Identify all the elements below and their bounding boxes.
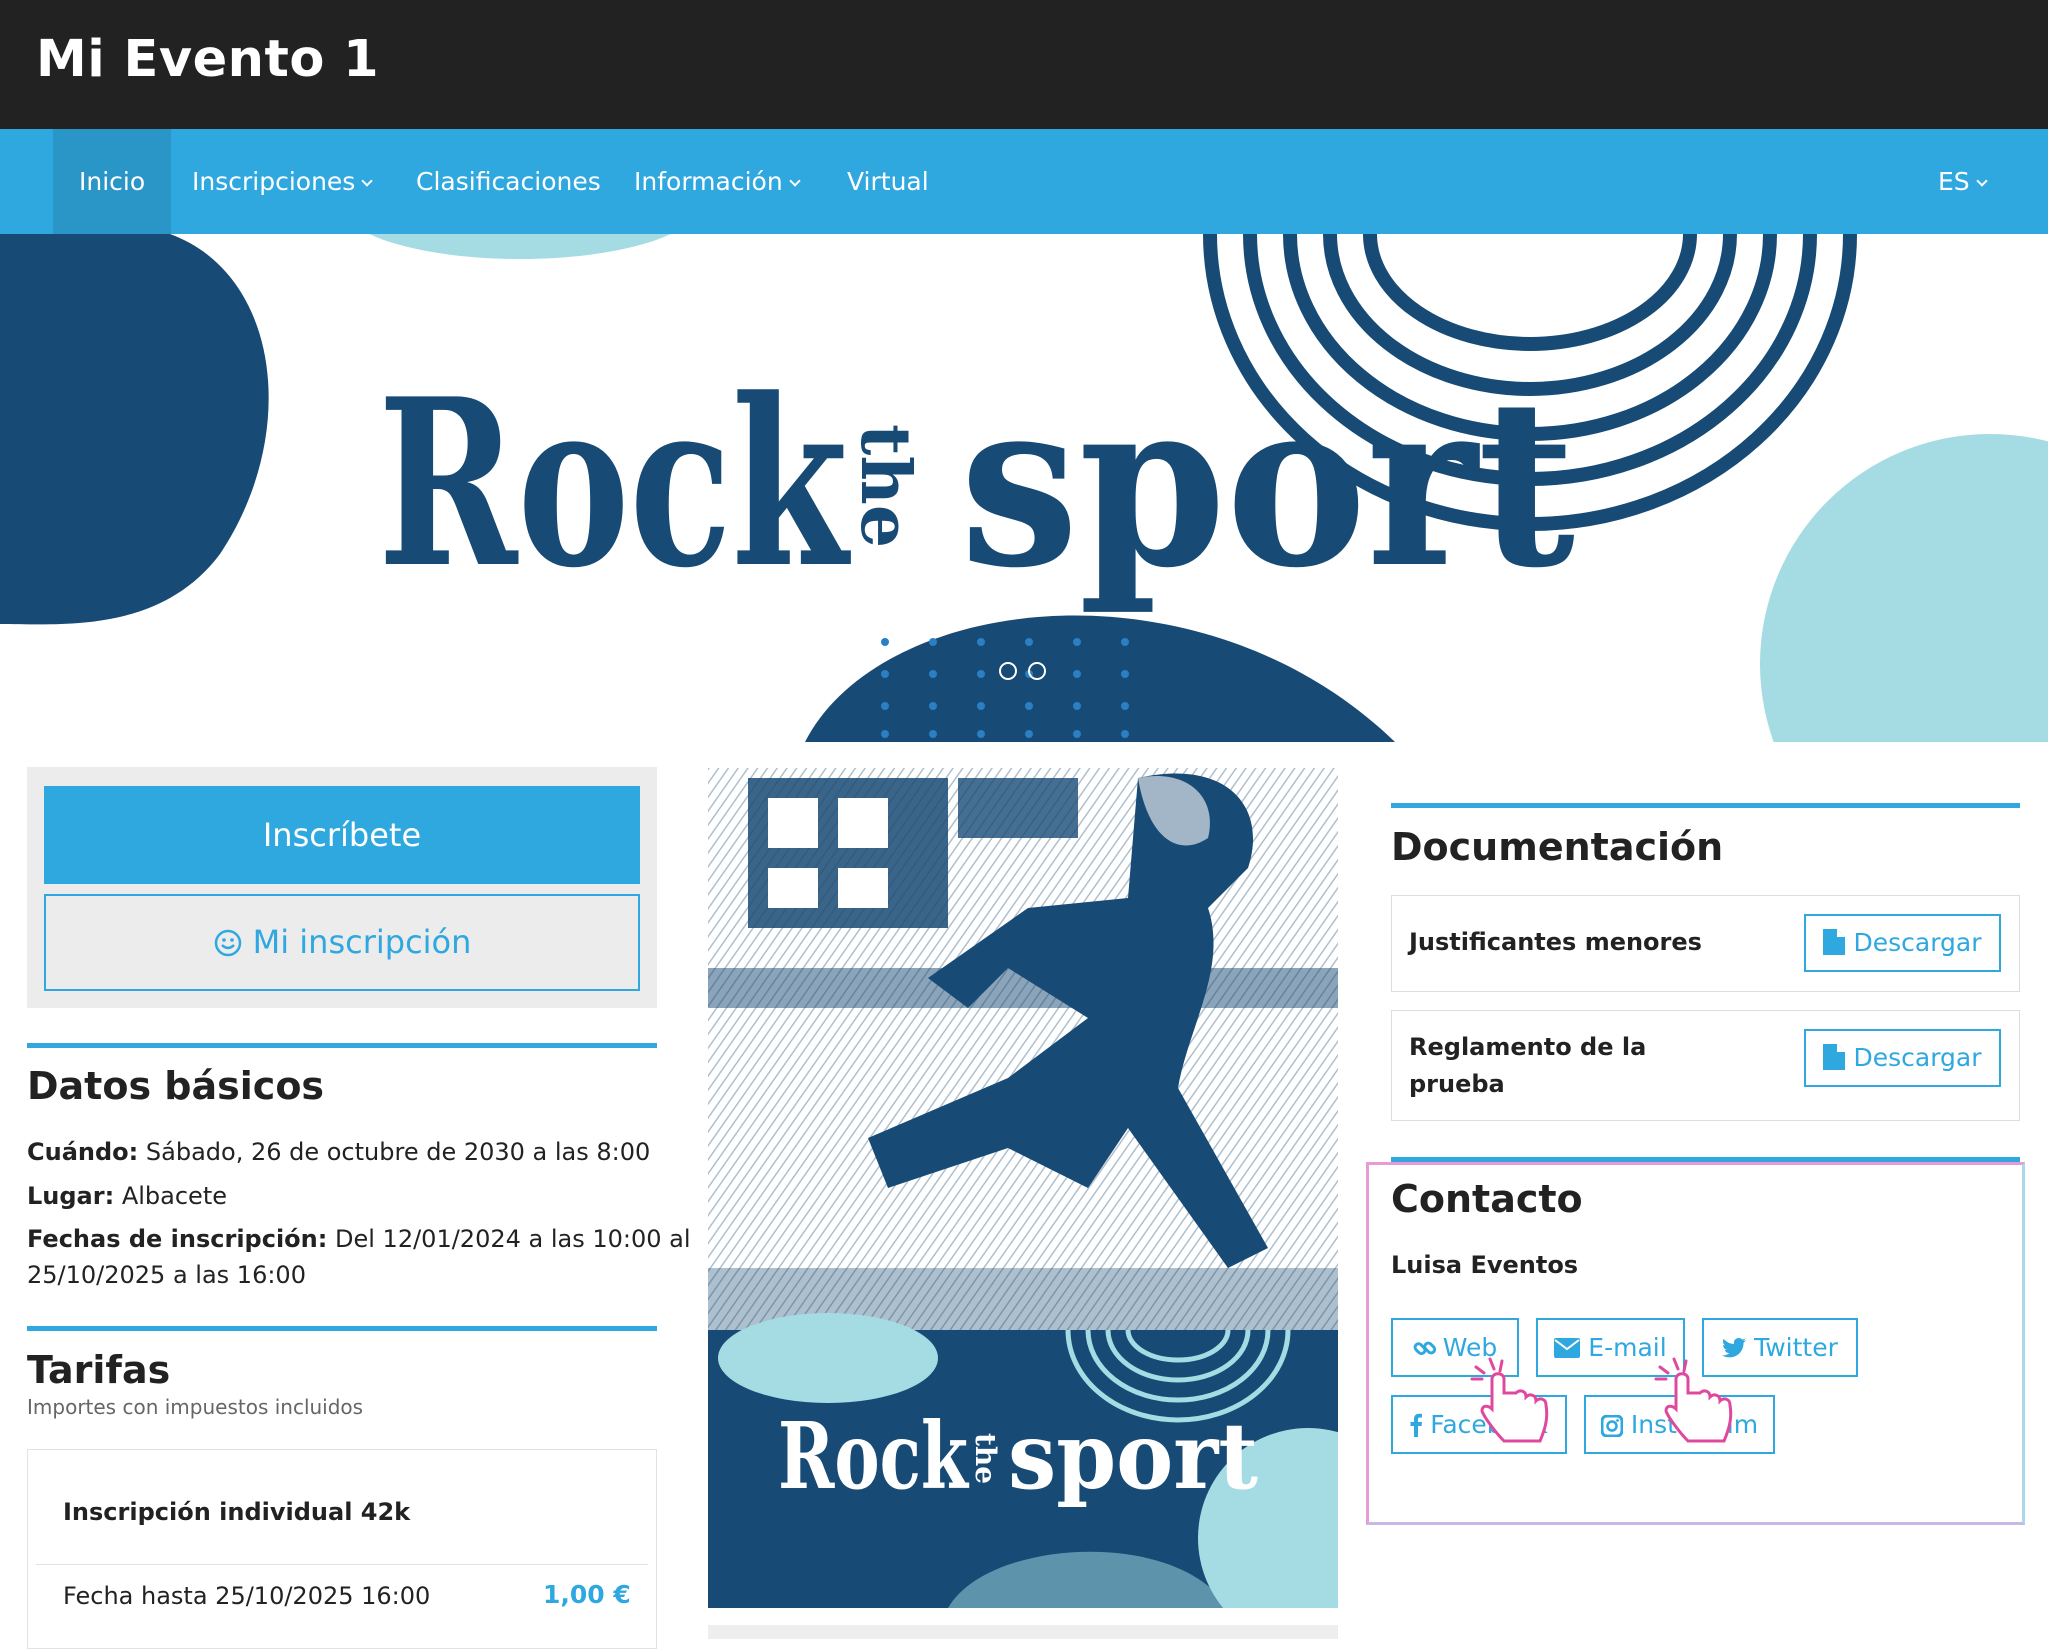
documentacion-title: Documentación	[1391, 825, 1724, 869]
doc-label: Justificantes menores	[1409, 928, 1702, 956]
hand-cursor-icon	[1470, 1357, 1549, 1443]
lugar-value: Albacete	[121, 1182, 227, 1210]
event-poster-image: Rock the sport	[708, 768, 1338, 1608]
twitter-icon	[1722, 1338, 1747, 1358]
datos-fechas: Fechas de inscripción: Del 12/01/2024 a …	[27, 1221, 691, 1257]
poster-logo-rock: Rock	[778, 1402, 970, 1510]
nav-item-clasificaciones[interactable]: Clasificaciones	[390, 129, 627, 234]
fechas-value: Del 12/01/2024 a las 10:00 al	[335, 1225, 691, 1253]
doc-card-justificantes: Justificantes menores Descargar	[1391, 895, 2020, 992]
nav-label: Clasificaciones	[416, 167, 601, 196]
doc-label: Reglamento de la	[1409, 1033, 1647, 1061]
nav-item-virtual[interactable]: Virtual	[821, 129, 955, 234]
nav-item-informacion[interactable]: Información	[608, 129, 825, 234]
language-label: ES	[1938, 167, 1970, 196]
chevron-down-icon	[789, 175, 801, 187]
site-title[interactable]: Mi Evento 1	[36, 30, 379, 89]
instagram-icon	[1600, 1414, 1624, 1438]
contacto-title: Contacto	[1391, 1177, 1583, 1221]
cuando-value: Sábado, 26 de octubre de 2030 a las 8:00	[145, 1138, 651, 1166]
hero-logo-sport: sport	[960, 349, 1575, 619]
site-header: Mi Evento 1	[0, 0, 2048, 129]
section-divider	[1391, 803, 2020, 808]
mi-inscripcion-button[interactable]: Mi inscripción	[44, 894, 640, 991]
nav-item-inscripciones[interactable]: Inscripciones	[166, 129, 397, 234]
facebook-icon	[1410, 1413, 1423, 1437]
inscribete-button[interactable]: Inscríbete	[44, 786, 640, 884]
hero-logo-rock: Rock	[378, 349, 851, 619]
doc-card-reglamento: Reglamento de la prueba Descargar	[1391, 1010, 2020, 1121]
hero-logo-the: the	[845, 424, 925, 548]
datos-lugar: Lugar: Albacete	[27, 1178, 227, 1214]
smile-icon	[214, 929, 241, 957]
tarifa-card: Inscripción individual 42k Fecha hasta 2…	[27, 1449, 657, 1649]
tarifa-price: 1,00 €	[543, 1580, 631, 1609]
carousel-dot-1[interactable]	[999, 662, 1017, 680]
mi-inscripcion-label: Mi inscripción	[252, 923, 472, 961]
nav-label: Inscripciones	[192, 167, 356, 196]
descargar-label: Descargar	[1853, 928, 1982, 957]
descargar-button[interactable]: Descargar	[1804, 914, 2001, 972]
lugar-label: Lugar:	[27, 1182, 115, 1210]
main-nav: Inicio Inscripciones Clasificaciones Inf…	[0, 129, 2048, 234]
poster-logo-sport: sport	[1008, 1402, 1258, 1510]
tarifa-divider	[36, 1564, 648, 1565]
twitter-label: Twitter	[1754, 1333, 1838, 1362]
contacto-name: Luisa Eventos	[1391, 1251, 1579, 1279]
file-icon	[1823, 929, 1846, 955]
hand-cursor-icon	[1654, 1357, 1733, 1443]
carousel-dot-2[interactable]	[1028, 662, 1046, 680]
chevron-down-icon	[1976, 175, 1988, 187]
nav-label: Inicio	[79, 167, 146, 196]
envelope-icon	[1554, 1338, 1581, 1358]
poster-logo-the: the	[969, 1433, 1002, 1484]
chevron-down-icon	[361, 175, 373, 187]
section-divider	[27, 1043, 657, 1048]
cuando-label: Cuándo:	[27, 1138, 139, 1166]
tarifas-title: Tarifas	[27, 1348, 171, 1392]
tarifas-subtitle: Importes con impuestos incluidos	[27, 1395, 364, 1419]
file-icon	[1823, 1044, 1846, 1070]
language-selector[interactable]: ES	[1918, 129, 2006, 234]
doc-label-cont: prueba	[1409, 1070, 1505, 1098]
section-divider	[1391, 1157, 2020, 1162]
datos-fechas-cont: 25/10/2025 a las 16:00	[27, 1261, 306, 1289]
tarifa-deadline: Fecha hasta 25/10/2025 16:00	[63, 1582, 431, 1610]
tarifa-name: Inscripción individual 42k	[63, 1498, 411, 1526]
descargar-label: Descargar	[1853, 1043, 1982, 1072]
hero-banner-image: Rock the sport	[0, 234, 2048, 742]
section-divider	[27, 1326, 657, 1331]
link-icon	[1413, 1341, 1436, 1356]
nav-label: Virtual	[847, 167, 929, 196]
descargar-button[interactable]: Descargar	[1804, 1029, 2001, 1087]
poster-graphic: Rock the sport	[708, 768, 1338, 1608]
datos-basicos-title: Datos básicos	[27, 1064, 325, 1108]
nav-item-inicio[interactable]: Inicio	[53, 129, 172, 234]
nav-label: Información	[634, 167, 783, 196]
hero-carousel: Rock the sport	[0, 234, 2048, 742]
fechas-label: Fechas de inscripción:	[27, 1225, 328, 1253]
datos-cuando: Cuándo: Sábado, 26 de octubre de 2030 a …	[27, 1134, 650, 1170]
next-image-edge	[708, 1625, 1338, 1639]
